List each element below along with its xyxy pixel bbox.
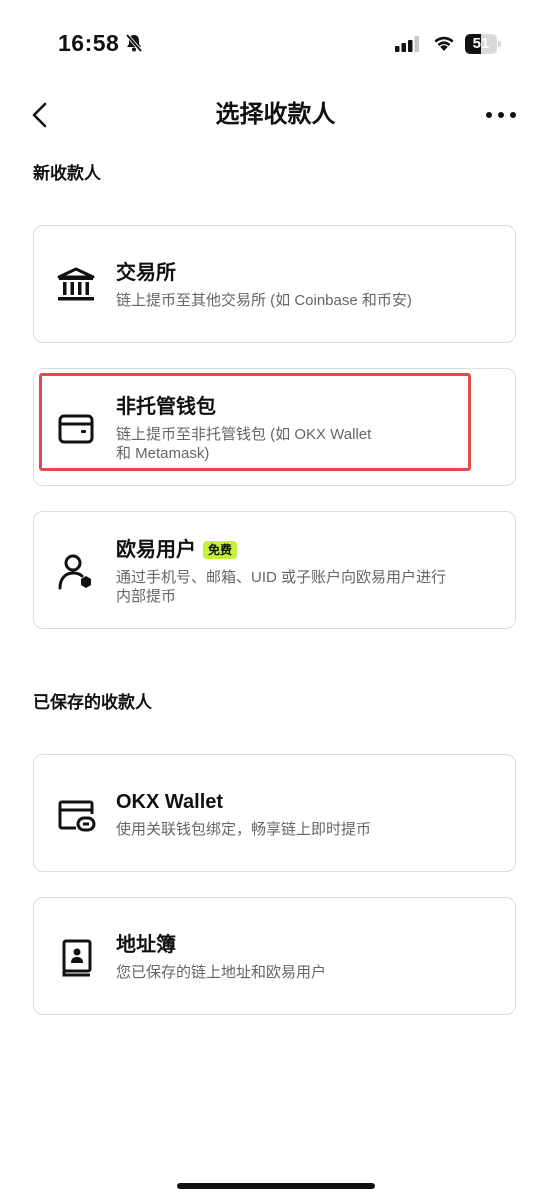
recipient-title: 交易所 xyxy=(116,262,176,284)
free-badge: 免费 xyxy=(203,541,238,559)
recipient-card-exchange[interactable]: 交易所 链上提币至其他交易所 (如 Coinbase 和币安) xyxy=(33,225,516,343)
recipient-desc: 您已保存的链上地址和欧易用户 xyxy=(116,964,327,981)
recipient-desc-line2: 内部提币 xyxy=(116,588,177,605)
status-bar: 16:58 51 xyxy=(0,0,551,90)
more-options-button[interactable] xyxy=(484,108,518,122)
user-icon xyxy=(58,554,91,590)
recipient-title: OKX Wallet xyxy=(116,791,224,813)
recipient-desc: 链上提币至其他交易所 (如 Coinbase 和币安) xyxy=(116,292,412,309)
recipient-card-okx-user[interactable]: 欧易用户 免费 通过手机号、邮箱、UID 或子账户向欧易用户进行 内部提币 xyxy=(33,511,516,629)
section-label-new: 新收款人 xyxy=(33,164,101,183)
recipient-desc-line1: 通过手机号、邮箱、UID 或子账户向欧易用户进行 xyxy=(116,569,447,586)
section-label-saved: 已保存的收款人 xyxy=(33,693,152,712)
recipient-card-okx-wallet[interactable]: OKX Wallet 使用关联钱包绑定，畅享链上即时提币 xyxy=(33,754,516,872)
signal-icon xyxy=(395,36,419,52)
address-book-icon xyxy=(62,939,92,977)
recipient-title: 欧易用户 xyxy=(116,539,196,561)
recipient-desc: 使用关联钱包绑定，畅享链上即时提币 xyxy=(116,821,372,838)
highlight-box xyxy=(39,373,471,471)
linked-wallet-icon xyxy=(58,800,96,832)
recipient-card-address-book[interactable]: 地址簿 您已保存的链上地址和欧易用户 xyxy=(33,897,516,1015)
status-time: 16:58 xyxy=(58,30,120,56)
bank-icon xyxy=(57,267,95,301)
battery-level: 51 xyxy=(472,35,490,52)
battery-icon: 51 xyxy=(465,34,501,54)
page-title: 选择收款人 xyxy=(215,101,336,128)
bell-muted-icon xyxy=(125,33,143,53)
home-indicator xyxy=(177,1183,375,1189)
recipient-title: 地址簿 xyxy=(116,934,176,956)
wifi-icon xyxy=(434,36,454,51)
